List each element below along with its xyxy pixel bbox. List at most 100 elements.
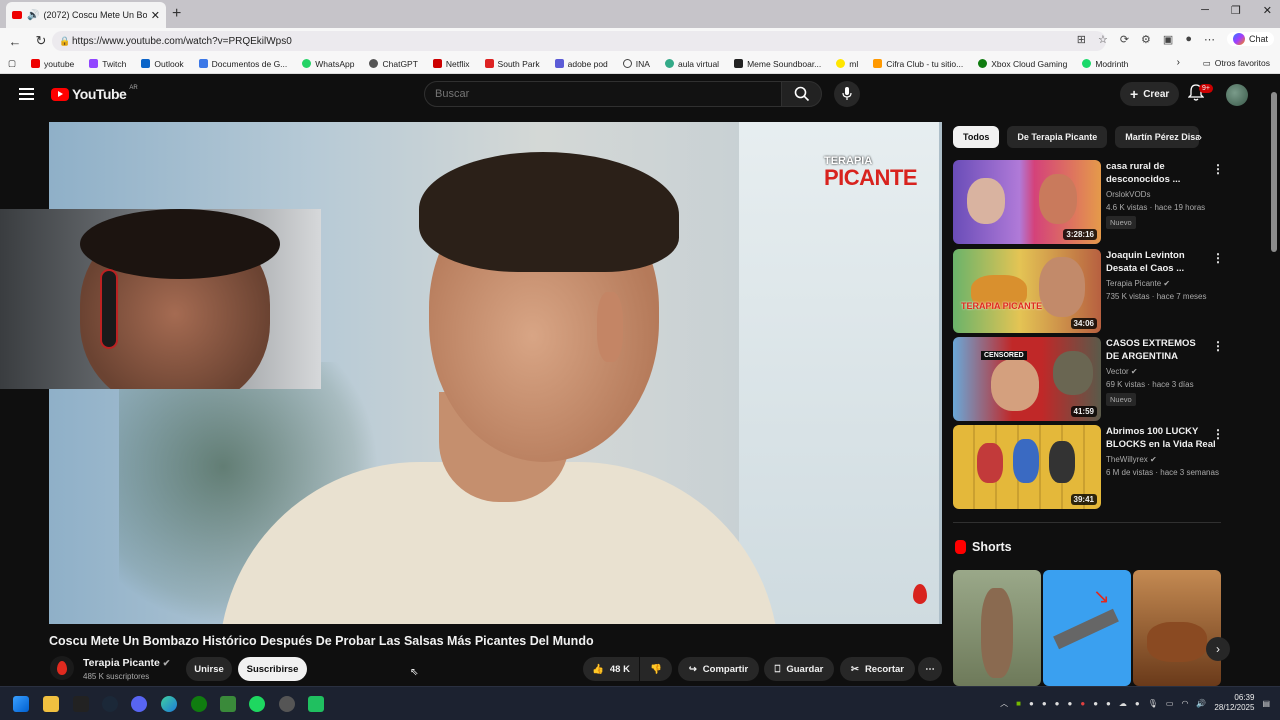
- copilot-chat-button[interactable]: Chat: [1226, 32, 1274, 46]
- rec-channel[interactable]: TheWillyrex ✔: [1106, 455, 1157, 464]
- volume-icon[interactable]: 🔊: [1196, 699, 1206, 708]
- other-favorites[interactable]: ▭ Otros favoritos: [1203, 58, 1270, 69]
- bookmark-ina[interactable]: INA: [622, 59, 650, 69]
- restore-icon[interactable]: ❐: [1231, 4, 1241, 17]
- search-button[interactable]: [781, 81, 822, 107]
- rec-channel[interactable]: Vector ✔: [1106, 367, 1138, 376]
- hamburger-menu-icon[interactable]: [19, 88, 34, 100]
- bookmark-whatsapp[interactable]: WhatsApp: [302, 59, 354, 69]
- search-input[interactable]: [424, 81, 782, 107]
- bookmark-southpark[interactable]: South Park: [484, 59, 540, 69]
- clock[interactable]: 06:39 28/12/2025: [1214, 693, 1254, 713]
- short-thumbnail[interactable]: ↘: [1043, 570, 1131, 686]
- more-actions-button[interactable]: ⋯: [918, 657, 942, 681]
- bookmark-meme[interactable]: Meme Soundboar...: [734, 59, 821, 69]
- minecraft-icon[interactable]: [220, 696, 236, 712]
- start-icon[interactable]: [13, 696, 29, 712]
- voice-search-button[interactable]: [834, 81, 860, 107]
- steam-icon[interactable]: [102, 696, 118, 712]
- bookmark-modrinth[interactable]: Modrinth: [1082, 59, 1128, 69]
- bookmark-chatgpt[interactable]: ChatGPT: [369, 59, 418, 69]
- kebab-menu-icon[interactable]: ⋮: [1212, 162, 1224, 176]
- tray-app-icon[interactable]: ●: [1135, 699, 1140, 708]
- tray-app-icon[interactable]: ●: [1093, 699, 1098, 708]
- tray-app-icon[interactable]: ●: [1042, 699, 1047, 708]
- favorite-star-icon[interactable]: ☆: [1098, 33, 1108, 46]
- bookmark-netflix[interactable]: Netflix: [432, 59, 470, 69]
- bookmark-cifra[interactable]: Cifra Club - tu sitio...: [873, 59, 963, 69]
- like-button[interactable]: 👍 48 K: [583, 657, 639, 681]
- save-button[interactable]: ⎕ Guardar: [764, 657, 834, 681]
- video-thumbnail[interactable]: CENSORED 41:59: [953, 337, 1101, 421]
- chip-related[interactable]: Martín Pérez Disal: [1115, 126, 1200, 148]
- page-scrollbar[interactable]: [1268, 74, 1280, 686]
- chip-all[interactable]: Todos: [953, 126, 1000, 148]
- discord-icon[interactable]: [131, 696, 147, 712]
- video-thumbnail[interactable]: TERAPIA PICANTE 34:06: [953, 249, 1101, 333]
- new-tab-button[interactable]: +: [172, 5, 181, 23]
- refresh-icon[interactable]: ↻: [30, 33, 52, 49]
- recommendation-item[interactable]: TERAPIA PICANTE 34:06 Joaquin Levinton D…: [953, 249, 1224, 333]
- network-icon[interactable]: ▭: [1166, 699, 1174, 708]
- bookmark-adobe[interactable]: adobe pod: [554, 59, 608, 69]
- dislike-button[interactable]: 👎: [640, 657, 672, 681]
- profile-icon[interactable]: ●: [1185, 33, 1192, 45]
- settings-icon[interactable]: [279, 696, 295, 712]
- bookmark-twitch[interactable]: Twitch: [89, 59, 126, 69]
- collections-icon[interactable]: ▣: [1163, 33, 1173, 46]
- create-button[interactable]: + Crear: [1120, 82, 1180, 106]
- epic-games-icon[interactable]: [73, 696, 89, 712]
- nvidia-icon[interactable]: ■: [1016, 699, 1021, 708]
- kebab-menu-icon[interactable]: ⋮: [1212, 339, 1224, 353]
- bookmark-aula[interactable]: aula virtual: [664, 59, 719, 69]
- onedrive-icon[interactable]: ☁: [1119, 699, 1127, 708]
- app-icon[interactable]: [308, 696, 324, 712]
- menu-dots-icon[interactable]: ⋯: [1204, 33, 1215, 46]
- chevron-right-icon[interactable]: ›: [1198, 130, 1202, 144]
- tray-app-icon[interactable]: ●: [1055, 699, 1060, 708]
- clip-button[interactable]: ✂ Recortar: [840, 657, 915, 681]
- channel-avatar[interactable]: [50, 656, 74, 680]
- xbox-app-icon[interactable]: [191, 696, 207, 712]
- recommendation-item[interactable]: CENSORED 41:59 CASOS EXTREMOS DE ARGENTI…: [953, 337, 1224, 421]
- tray-app-icon[interactable]: ●: [1068, 699, 1073, 708]
- account-avatar[interactable]: [1226, 84, 1248, 106]
- spotify-icon[interactable]: [249, 696, 265, 712]
- bookmark-docs[interactable]: Documentos de G...: [198, 59, 287, 69]
- join-button[interactable]: Unirse: [186, 657, 232, 681]
- back-icon[interactable]: ←: [4, 34, 26, 49]
- kebab-menu-icon[interactable]: ⋮: [1212, 251, 1224, 265]
- extensions-icon[interactable]: ⚙: [1141, 33, 1151, 46]
- subscribe-button[interactable]: Suscribirse: [238, 657, 307, 681]
- notification-center-icon[interactable]: ▤: [1262, 699, 1270, 708]
- tray-app-icon[interactable]: ●: [1106, 699, 1111, 708]
- short-thumbnail[interactable]: [1133, 570, 1221, 686]
- browser-tab-active[interactable]: 🔊 (2072) Coscu Mete Un Bombazo ✕: [6, 2, 166, 28]
- rec-channel[interactable]: Terapia Picante ✔: [1106, 279, 1170, 288]
- file-explorer-icon[interactable]: [43, 696, 59, 712]
- short-thumbnail[interactable]: [953, 570, 1041, 686]
- edge-icon[interactable]: [161, 696, 177, 712]
- wifi-icon[interactable]: ◠: [1181, 699, 1188, 708]
- video-thumbnail[interactable]: 39:41: [953, 425, 1101, 509]
- url-field[interactable]: 🔒 https://www.youtube.com/watch?v=PRQEki…: [52, 31, 1106, 51]
- bookmark-ml[interactable]: ml: [836, 59, 858, 69]
- share-button[interactable]: ↪ Compartir: [678, 657, 759, 681]
- scrollbar-thumb[interactable]: [1271, 92, 1277, 252]
- recommendation-item[interactable]: 39:41 Abrimos 100 LUCKY BLOCKS en la Vid…: [953, 425, 1224, 509]
- tray-app-icon[interactable]: ●: [1080, 699, 1085, 708]
- channel-name[interactable]: Terapia Picante ✔: [83, 657, 170, 669]
- kebab-menu-icon[interactable]: ⋮: [1212, 427, 1224, 441]
- youtube-logo[interactable]: YouTube AR: [51, 85, 138, 102]
- chip-from-channel[interactable]: De Terapia Picante: [1007, 126, 1108, 148]
- bookmark-youtube[interactable]: youtube: [31, 59, 74, 69]
- minimize-icon[interactable]: ─: [1201, 4, 1209, 17]
- apps-icon[interactable]: ⊞: [1077, 33, 1086, 46]
- recommendation-item[interactable]: 3:28:16 casa rural de desconocidos ... O…: [953, 160, 1224, 244]
- tray-app-icon[interactable]: ●: [1029, 699, 1034, 708]
- shorts-next-button[interactable]: ›: [1206, 637, 1230, 661]
- mic-tray-icon[interactable]: 🎙: [1148, 699, 1158, 708]
- tray-chevron-icon[interactable]: ︿: [1000, 698, 1008, 709]
- close-window-icon[interactable]: ✕: [1263, 4, 1272, 17]
- bookmark-outlook[interactable]: Outlook: [141, 59, 184, 69]
